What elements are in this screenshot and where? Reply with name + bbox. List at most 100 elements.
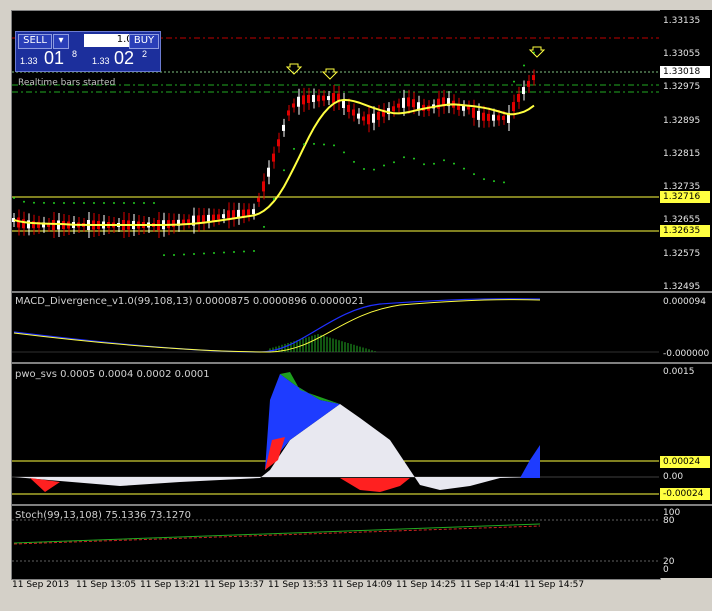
candle-body [527, 80, 530, 87]
candle-body [262, 181, 265, 192]
candle-body [357, 113, 360, 119]
psar-dot [203, 252, 205, 255]
time-tick: 11 Sep 13:53 [268, 580, 329, 590]
signal-arrow-icon [528, 46, 546, 58]
candle-body [327, 96, 330, 101]
psar-dot [73, 201, 75, 204]
candle-body [252, 209, 255, 215]
candle-body [377, 111, 380, 120]
psar-dot [503, 181, 505, 184]
time-tick: 11 Sep 2013 [12, 580, 70, 590]
stoch-tick: 0 [663, 565, 669, 575]
pwo-tick: 0.00 [663, 472, 684, 482]
price-tick: 1.33055 [663, 49, 701, 59]
buy-price[interactable]: 1.33 02 2 [90, 48, 156, 69]
candle-body [462, 105, 465, 111]
candle-body [267, 167, 270, 177]
psar-dot [123, 202, 125, 204]
macd-title: MACD_Divergence_v1.0(99,108,13) 0.000087… [15, 296, 365, 307]
candle-body [492, 114, 495, 121]
psar-dot [183, 253, 185, 256]
psar-dot [313, 142, 315, 145]
pwo-level-label: -0.00024 [660, 488, 710, 500]
candle-body [412, 99, 415, 108]
one-click-trading-panel: SELL ▾ 1.00 BUY 1.33 01 8 1.33 02 2 [15, 31, 161, 72]
psar-dot [383, 164, 385, 167]
macd-tick: 0.000094 [663, 297, 706, 307]
psar-dot [483, 178, 485, 181]
psar-dot [143, 202, 145, 204]
time-tick: 11 Sep 13:05 [76, 580, 137, 590]
psar-dot [13, 197, 15, 199]
psar-dot [263, 225, 265, 228]
candle-body [297, 96, 300, 107]
psar-dot [243, 250, 245, 253]
sell-button[interactable]: SELL [18, 34, 52, 49]
pwo-tick: 0.0015 [663, 367, 695, 377]
time-tick: 11 Sep 14:41 [460, 580, 521, 590]
candle-body [392, 106, 395, 112]
candle-body [522, 87, 525, 95]
candle-body [372, 113, 375, 123]
psar-dot [273, 198, 275, 201]
candle-body [532, 75, 535, 81]
psar-dot [433, 162, 435, 165]
psar-dot [93, 201, 95, 204]
psar-dot [333, 144, 335, 147]
psar-dot [473, 173, 475, 176]
psar-dot [423, 163, 425, 166]
psar-dot [83, 201, 85, 204]
psar-dot [373, 168, 375, 171]
time-tick: 11 Sep 13:21 [140, 580, 201, 590]
price-tick: 1.32655 [663, 215, 701, 225]
price-tick: 1.32975 [663, 82, 701, 92]
psar-dot [213, 252, 215, 255]
price-tick: 1.33135 [663, 16, 701, 26]
psar-dot [253, 250, 255, 253]
time-tick: 11 Sep 14:25 [396, 580, 457, 590]
candle-body [397, 103, 400, 108]
candle-body [407, 97, 410, 107]
pane-separator[interactable] [11, 504, 712, 506]
candle-body [187, 219, 190, 224]
candle-body [207, 214, 210, 222]
buy-button[interactable]: BUY [129, 34, 159, 49]
psar-dot [103, 201, 105, 204]
psar-dot [413, 157, 415, 160]
psar-dot [463, 167, 465, 170]
psar-dot [303, 143, 305, 146]
psar-dot [133, 202, 135, 204]
lot-dropdown-icon[interactable]: ▾ [53, 34, 69, 49]
psar-dot [513, 80, 515, 83]
stoch-main-line [13, 523, 541, 544]
psar-dot [453, 162, 455, 165]
psar-dot [23, 200, 25, 203]
pwo-red-area [340, 478, 410, 492]
psar-dot [153, 202, 155, 204]
chart-window: Realtime bars started SELL ▾ 1.00 BUY 1.… [0, 0, 712, 611]
price-tick: 1.32895 [663, 116, 701, 126]
pwo-level-label: 0.00024 [660, 456, 710, 468]
candle-body [277, 139, 280, 147]
candle-body [257, 197, 260, 202]
level-price-label: 1.32635 [660, 225, 710, 237]
candle-body [512, 102, 515, 112]
candle-body [302, 95, 305, 105]
candle-body [342, 100, 345, 109]
pane-separator[interactable] [11, 291, 712, 293]
candle-body [402, 97, 405, 108]
candle-body [437, 98, 440, 109]
candle-body [497, 115, 500, 121]
sell-price[interactable]: 1.33 01 8 [18, 48, 84, 69]
candle-body [322, 95, 325, 101]
psar-dot [293, 147, 295, 150]
psar-dot [163, 254, 165, 257]
stoch-signal-line [13, 525, 541, 545]
pane-separator[interactable] [11, 362, 712, 364]
candle-body [472, 107, 475, 118]
candle-body [332, 93, 335, 104]
candle-body [282, 124, 285, 131]
candle-body [172, 220, 175, 228]
psar-dot [53, 201, 55, 204]
candle-body [222, 214, 225, 219]
